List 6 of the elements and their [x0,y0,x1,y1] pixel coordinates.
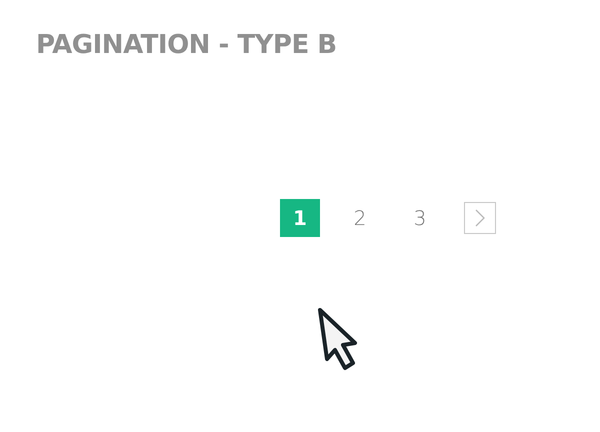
chevron-right-icon [475,209,485,227]
page-button[interactable]: 1 [280,199,320,237]
next-page-button[interactable] [464,202,496,234]
page-button[interactable]: 3 [400,199,440,237]
page-button[interactable]: 2 [340,199,380,237]
page-title: PAGINATION - TYPE B [36,30,337,60]
